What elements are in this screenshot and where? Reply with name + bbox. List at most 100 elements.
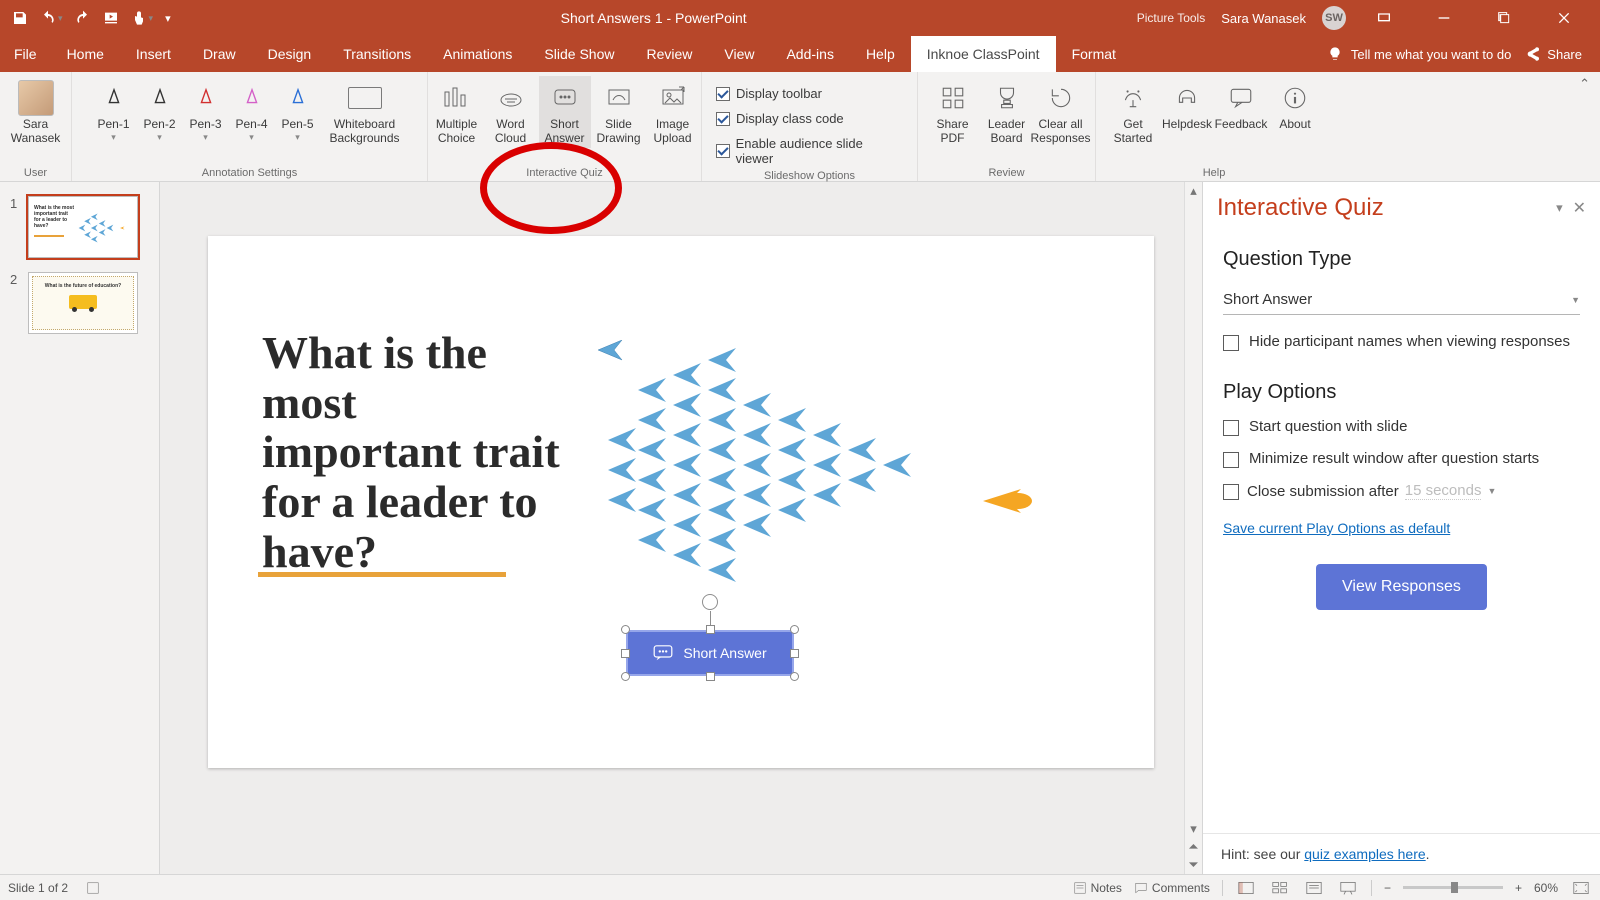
share-pdf-button[interactable]: Share PDF [927, 76, 979, 148]
image-upload-button[interactable]: Image Upload [647, 76, 699, 148]
hide-names-checkbox[interactable] [1223, 335, 1239, 351]
slide-editor[interactable]: What is the most important trait for a l… [160, 182, 1202, 874]
prev-slide-icon[interactable]: ⏶ [1185, 838, 1202, 856]
touch-mode-icon[interactable]: ▾ [131, 10, 154, 26]
account-name[interactable]: Sara Wanasek [1221, 11, 1306, 26]
tab-review[interactable]: Review [630, 36, 708, 72]
tab-view[interactable]: View [708, 36, 770, 72]
minimize-icon[interactable] [1422, 2, 1466, 34]
tab-slideshow[interactable]: Slide Show [528, 36, 630, 72]
collapse-ribbon-icon[interactable]: ⌃ [1579, 76, 1590, 92]
pane-menu-icon[interactable]: ▾ [1546, 200, 1573, 216]
slide-canvas[interactable]: What is the most important trait for a l… [208, 236, 1154, 768]
hint-prefix: Hint: see our [1221, 846, 1304, 862]
quiz-examples-link[interactable]: quiz examples here [1304, 846, 1425, 862]
leaderboard-button[interactable]: Leader Board [981, 76, 1033, 148]
slide-sorter-icon[interactable] [1269, 879, 1291, 897]
tab-design[interactable]: Design [252, 36, 328, 72]
slide-title-text[interactable]: What is the most important trait for a l… [262, 328, 562, 576]
comments-button[interactable]: Comments [1134, 881, 1210, 895]
pane-close-icon[interactable]: ✕ [1573, 198, 1586, 218]
feedback-button[interactable]: Feedback [1215, 76, 1267, 148]
multiple-choice-button[interactable]: Multiple Choice [431, 76, 483, 148]
helpdesk-button[interactable]: Helpdesk [1161, 76, 1213, 148]
pen-2-button[interactable]: Pen-2▾ [138, 76, 182, 148]
slide-drawing-button[interactable]: Slide Drawing [593, 76, 645, 148]
tab-format[interactable]: Format [1056, 36, 1132, 72]
group-label-annotation: Annotation Settings [202, 167, 297, 181]
thumbnail-1[interactable]: 1 What is the most important trait for a… [10, 196, 149, 258]
view-responses-button[interactable]: View Responses [1316, 564, 1487, 610]
resize-handle[interactable] [621, 672, 630, 681]
fit-to-window-icon[interactable] [1570, 879, 1592, 897]
user-profile-button[interactable]: SaraWanasek [12, 76, 60, 148]
rotate-handle[interactable] [702, 594, 718, 610]
word-cloud-button[interactable]: Word Cloud [485, 76, 537, 148]
undo-icon[interactable]: ▾ [40, 10, 63, 26]
scroll-down-icon[interactable]: ▾ [1185, 820, 1202, 838]
clear-all-responses-button[interactable]: Clear all Responses [1035, 76, 1087, 148]
resize-handle[interactable] [706, 625, 715, 634]
thumbnail-2[interactable]: 2 What is the future of education? [10, 272, 149, 334]
save-play-options-link[interactable]: Save current Play Options as default [1223, 520, 1450, 536]
editor-scrollbar[interactable]: ▴ ▾ ⏶ ⏷ [1184, 182, 1202, 874]
pen-5-button[interactable]: Pen-5▾ [276, 76, 320, 148]
zoom-in-button[interactable]: + [1515, 881, 1522, 895]
next-slide-icon[interactable]: ⏷ [1185, 856, 1202, 874]
display-class-code-checkbox[interactable]: Display class code [716, 107, 844, 130]
close-icon[interactable] [1542, 2, 1586, 34]
start-from-beginning-icon[interactable] [103, 10, 119, 26]
resize-handle[interactable] [706, 672, 715, 681]
tab-transitions[interactable]: Transitions [327, 36, 427, 72]
slide-counter[interactable]: Slide 1 of 2 [8, 881, 68, 895]
tab-home[interactable]: Home [51, 36, 120, 72]
resize-handle[interactable] [790, 672, 799, 681]
ribbon-display-icon[interactable] [1362, 2, 1406, 34]
start-with-slide-checkbox[interactable] [1223, 420, 1239, 436]
whiteboard-backgrounds-button[interactable]: Whiteboard Backgrounds [322, 76, 408, 148]
accessibility-icon[interactable] [86, 881, 100, 895]
pen-4-button[interactable]: Pen-4▾ [230, 76, 274, 148]
close-submission-value[interactable]: 15 seconds [1405, 482, 1482, 500]
tell-me-search[interactable]: Tell me what you want to do [1327, 46, 1511, 62]
question-type-select[interactable]: Short Answer ▼ [1223, 285, 1580, 315]
enable-audience-viewer-checkbox[interactable]: Enable audience slide viewer [716, 132, 899, 170]
chevron-down-icon[interactable]: ▼ [1487, 486, 1496, 496]
resize-handle[interactable] [790, 625, 799, 634]
bus-icon [69, 295, 97, 309]
tab-help[interactable]: Help [850, 36, 911, 72]
slideshow-view-icon[interactable] [1337, 879, 1359, 897]
notes-button[interactable]: Notes [1073, 881, 1122, 895]
get-started-button[interactable]: Get Started [1107, 76, 1159, 148]
tab-insert[interactable]: Insert [120, 36, 187, 72]
short-answer-button[interactable]: Short Answer [539, 76, 591, 148]
short-answer-object[interactable]: Short Answer [626, 630, 794, 676]
tab-draw[interactable]: Draw [187, 36, 252, 72]
restore-icon[interactable] [1482, 2, 1526, 34]
redo-icon[interactable] [75, 10, 91, 26]
tab-file[interactable]: File [0, 36, 51, 72]
tab-classpoint[interactable]: Inknoe ClassPoint [911, 36, 1056, 72]
share-pdf-label: Share PDF [927, 118, 979, 148]
display-toolbar-checkbox[interactable]: Display toolbar [716, 82, 822, 105]
avatar[interactable]: SW [1322, 6, 1346, 30]
zoom-slider[interactable] [1403, 886, 1503, 889]
resize-handle[interactable] [621, 625, 630, 634]
zoom-level[interactable]: 60% [1534, 881, 1558, 895]
zoom-out-button[interactable]: − [1384, 881, 1391, 895]
resize-handle[interactable] [790, 649, 799, 658]
tab-animations[interactable]: Animations [427, 36, 528, 72]
tell-me-label: Tell me what you want to do [1351, 47, 1511, 62]
scroll-up-icon[interactable]: ▴ [1185, 182, 1202, 200]
about-button[interactable]: About [1269, 76, 1321, 148]
close-submission-checkbox[interactable] [1223, 484, 1239, 500]
pen-1-button[interactable]: Pen-1▾ [92, 76, 136, 148]
tab-addins[interactable]: Add-ins [770, 36, 849, 72]
save-icon[interactable] [12, 10, 28, 26]
resize-handle[interactable] [621, 649, 630, 658]
minimize-result-checkbox[interactable] [1223, 452, 1239, 468]
reading-view-icon[interactable] [1303, 879, 1325, 897]
share-button[interactable]: Share [1525, 46, 1582, 62]
normal-view-icon[interactable] [1235, 879, 1257, 897]
pen-3-button[interactable]: Pen-3▾ [184, 76, 228, 148]
